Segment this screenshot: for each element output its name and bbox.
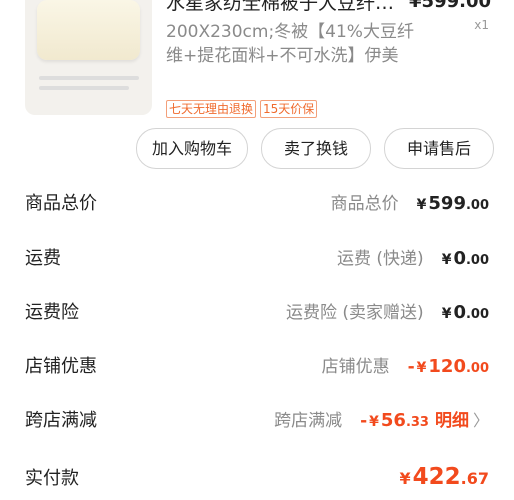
currency-symbol: ¥ bbox=[441, 252, 452, 268]
amount-decimal: .00 bbox=[465, 198, 489, 213]
row-value: 跨店满减 - ¥ 56 .33 明细 〉 bbox=[274, 406, 489, 431]
detail-link[interactable]: 明细 bbox=[435, 406, 469, 431]
currency-symbol: ¥ bbox=[416, 197, 427, 213]
row-label: 店铺优惠 bbox=[25, 356, 97, 377]
row-label: 实付款 bbox=[25, 468, 79, 489]
amount-decimal: .67 bbox=[460, 469, 489, 488]
insurance-row: 运费险 运费险 (卖家赠送) ¥ 0 .00 bbox=[0, 292, 514, 332]
minus-sign: - bbox=[360, 411, 368, 431]
image-caption-line bbox=[39, 86, 129, 90]
row-desc: 运费 (快递) bbox=[337, 249, 424, 269]
product-image[interactable] bbox=[25, 0, 152, 115]
image-caption-line bbox=[39, 76, 139, 80]
row-label: 运费险 bbox=[25, 302, 79, 323]
minus-sign: - bbox=[407, 357, 415, 377]
order-detail-card: 水星家纺全棉被子大豆纤… 200X230cm;冬被【41%大豆纤维+提花面料+不… bbox=[0, 0, 514, 500]
row-value: 店铺优惠 - ¥ 120 .00 bbox=[322, 352, 489, 377]
amount-integer: 422 bbox=[412, 464, 461, 490]
product-title[interactable]: 水星家纺全棉被子大豆纤… bbox=[166, 0, 411, 16]
row-desc: 商品总价 bbox=[330, 194, 399, 214]
shipping-row: 运费 运费 (快递) ¥ 0 .00 bbox=[0, 238, 514, 278]
amount-integer: 0 bbox=[453, 302, 466, 323]
currency-symbol: ¥ bbox=[416, 360, 427, 376]
row-value: 商品总价 ¥ 599 .00 bbox=[331, 189, 489, 214]
product-spec: 200X230cm;冬被【41%大豆纤维+提花面料+不可水洗】伊美 bbox=[166, 22, 414, 66]
tag-return: 七天无理由退换 bbox=[166, 100, 257, 118]
amount-decimal: .00 bbox=[465, 253, 489, 268]
row-value: ¥ 422 .67 bbox=[400, 464, 490, 490]
row-label: 运费 bbox=[25, 248, 61, 269]
after-sale-button[interactable]: 申请售后 bbox=[384, 128, 494, 169]
amount-decimal: .00 bbox=[465, 307, 489, 322]
row-value: 运费 (快递) ¥ 0 .00 bbox=[337, 244, 489, 269]
product-quantity: x1 bbox=[474, 18, 489, 32]
add-to-cart-button[interactable]: 加入购物车 bbox=[136, 128, 248, 169]
quilt-illustration bbox=[37, 0, 140, 60]
shop-discount-row: 店铺优惠 店铺优惠 - ¥ 120 .00 bbox=[0, 346, 514, 386]
row-desc: 店铺优惠 bbox=[321, 357, 390, 377]
row-desc: 运费险 (卖家赠送) bbox=[286, 303, 424, 323]
amount-integer: 0 bbox=[453, 248, 466, 269]
row-value: 运费险 (卖家赠送) ¥ 0 .00 bbox=[286, 298, 489, 323]
row-label: 跨店满减 bbox=[25, 410, 97, 431]
amount-decimal: .00 bbox=[465, 361, 489, 376]
amount-integer: 56 bbox=[380, 410, 406, 431]
row-label: 商品总价 bbox=[25, 193, 97, 214]
sell-for-cash-button[interactable]: 卖了换钱 bbox=[261, 128, 371, 169]
chevron-right-icon[interactable]: 〉 bbox=[473, 407, 489, 431]
amount-integer: 599 bbox=[428, 193, 466, 214]
service-tags: 七天无理由退换 15天价保 bbox=[166, 100, 318, 118]
total-price-row: 商品总价 商品总价 ¥ 599 .00 bbox=[0, 183, 514, 223]
amount-paid-row: 实付款 ¥ 422 .67 bbox=[0, 458, 514, 498]
currency-symbol: ¥ bbox=[399, 469, 411, 488]
currency-symbol: ¥ bbox=[441, 306, 452, 322]
action-buttons: 加入购物车 卖了换钱 申请售后 bbox=[136, 128, 494, 169]
cross-store-discount-row[interactable]: 跨店满减 跨店满减 - ¥ 56 .33 明细 〉 bbox=[0, 400, 514, 440]
currency-symbol: ¥ bbox=[369, 414, 379, 430]
amount-integer: 120 bbox=[428, 356, 466, 377]
tag-price-protect: 15天价保 bbox=[260, 100, 318, 118]
product-price: ¥599.00 bbox=[409, 0, 491, 12]
amount-decimal: .33 bbox=[405, 415, 429, 430]
row-desc: 跨店满减 bbox=[274, 411, 343, 431]
